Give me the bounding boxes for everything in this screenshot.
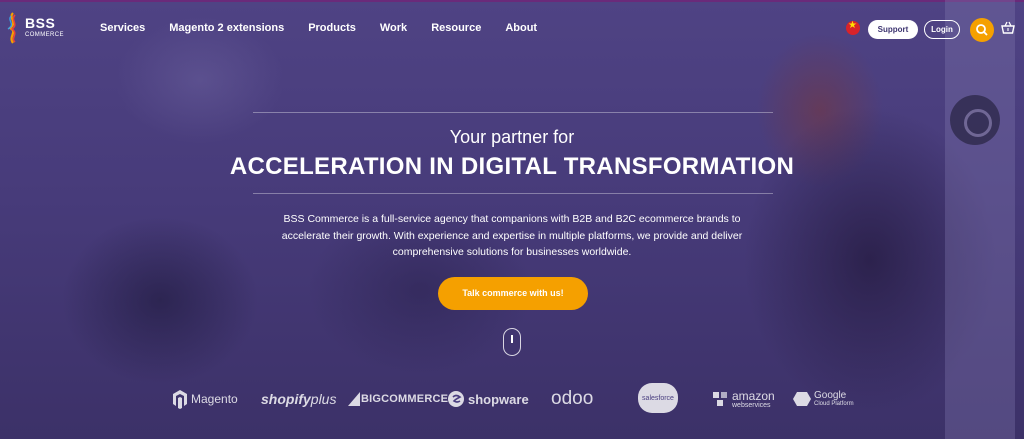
shopify-plus-logo: shopify plus xyxy=(261,386,336,412)
site-header: BSS COMMERCE Services Magento 2 extensio… xyxy=(0,0,1024,56)
talk-commerce-button[interactable]: Talk commerce with us! xyxy=(438,277,588,310)
basket-icon xyxy=(1001,21,1015,34)
google-cloud-icon xyxy=(793,392,811,406)
magento-label: Magento xyxy=(191,392,238,406)
salesforce-logo: salesforce xyxy=(638,383,678,413)
search-icon xyxy=(976,24,988,36)
login-button[interactable]: Login xyxy=(924,20,960,39)
background-whiteboard xyxy=(945,0,1015,439)
shopify-label: shopify xyxy=(261,391,311,407)
search-button[interactable] xyxy=(970,18,994,42)
divider-top xyxy=(253,112,773,113)
bigcommerce-logo: BIGCOMMERCE xyxy=(348,386,448,412)
shopware-icon xyxy=(448,391,464,407)
salesforce-label: salesforce xyxy=(642,394,674,402)
vietnam-flag-icon[interactable] xyxy=(846,20,860,35)
google-cloud-logo: Google Cloud Platform xyxy=(792,386,854,412)
magento-logo: Magento xyxy=(172,386,238,412)
support-button[interactable]: Support xyxy=(868,20,918,39)
scroll-down-icon[interactable] xyxy=(503,328,521,356)
bigcommerce-icon xyxy=(348,392,360,406)
odoo-logo: odoo xyxy=(551,386,593,412)
site-logo[interactable]: BSS COMMERCE xyxy=(6,12,66,44)
logo-name: BSS xyxy=(25,15,56,31)
amazon-webservices-logo: amazon webservices xyxy=(712,386,775,412)
google-label: Google xyxy=(814,390,847,401)
bigcommerce-label: BIGCOMMERCE xyxy=(361,393,449,405)
nav-item-about[interactable]: About xyxy=(505,22,537,34)
nav-item-services[interactable]: Services xyxy=(100,22,145,34)
aws-cubes-icon xyxy=(713,392,727,406)
hero-description: BSS Commerce is a full-service agency th… xyxy=(281,213,743,258)
shopware-logo: shopware xyxy=(447,386,529,412)
cart-button[interactable] xyxy=(1000,20,1016,36)
nav-item-magento-extensions[interactable]: Magento 2 extensions xyxy=(169,22,284,34)
amazon-sub-label: webservices xyxy=(732,401,771,409)
hero-section: BSS COMMERCE Services Magento 2 extensio… xyxy=(0,0,1024,439)
amazon-label: amazon xyxy=(732,388,775,403)
odoo-label: odoo xyxy=(551,388,594,409)
shopware-label: shopware xyxy=(468,391,529,407)
logo-mark-icon xyxy=(7,12,16,44)
logo-subtitle: COMMERCE xyxy=(25,32,64,38)
main-nav: Services Magento 2 extensions Products W… xyxy=(100,22,561,34)
nav-item-work[interactable]: Work xyxy=(380,22,407,34)
nav-item-products[interactable]: Products xyxy=(308,22,356,34)
magento-icon xyxy=(173,390,187,409)
hero-tagline: Your partner for xyxy=(449,127,575,147)
hero-headline: ACCELERATION IN DIGITAL TRANSFORMATION xyxy=(229,153,795,180)
google-sub-label: Cloud Platform xyxy=(814,401,854,407)
divider-bottom xyxy=(253,193,773,194)
nav-item-resource[interactable]: Resource xyxy=(431,22,481,34)
shopify-plus-label: plus xyxy=(310,391,337,407)
